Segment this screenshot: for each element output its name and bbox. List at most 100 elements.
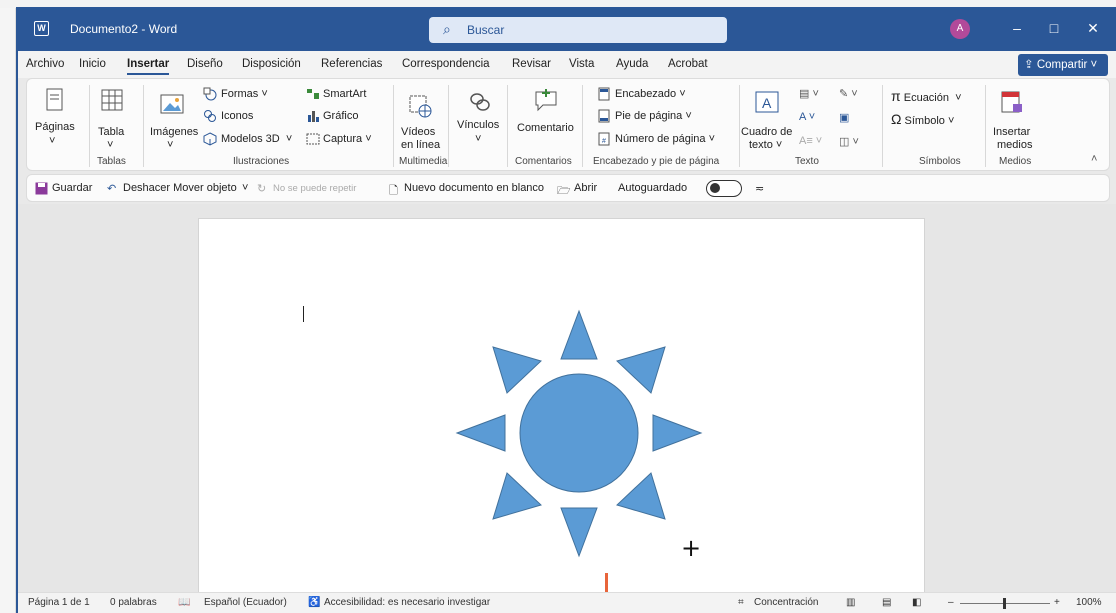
tab-diseno[interactable]: Diseño [187,58,223,70]
read-mode-icon[interactable]: ▥ [846,597,855,608]
tab-insertar[interactable]: Insertar [127,58,170,75]
text-box-button[interactable]: Cuadro de [741,126,792,138]
screenshot-button[interactable]: Captura ˅ [323,133,372,145]
sun-ray-top-left [492,346,542,394]
redo-button: No se puede repetir [273,183,357,194]
equation-button[interactable]: π Ecuación ˅ [891,88,962,104]
footer-button[interactable]: Pie de página ˅ [615,110,692,122]
save-icon [35,182,48,195]
pages-icon [46,88,63,111]
sun-ray-left [455,414,506,452]
toggle-knob [710,183,720,193]
chevron-down-icon[interactable]: ˅ [242,182,248,194]
svg-text:A: A [762,95,772,111]
proofing-icon[interactable]: 📖 [178,597,190,608]
text-box-button-line2[interactable]: texto ˅ [749,139,782,151]
crosshair-cursor-icon: + [681,534,702,562]
page-count[interactable]: Página 1 de 1 [28,597,90,608]
header-button[interactable]: Encabezado ˅ [615,88,686,100]
new-document-button[interactable]: Nuevo documento en blanco [404,182,544,194]
web-layout-icon[interactable]: ◧ [912,597,921,608]
date-time-icon[interactable]: ▣ [839,111,849,124]
document-canvas: + [18,204,1116,613]
chevron-down-icon[interactable]: ˅ [49,135,55,147]
3d-models-button[interactable]: Modelos 3D ˅ [221,133,292,145]
insert-media-button-line2[interactable]: medios [997,139,1032,151]
group-label-ilustraciones: Ilustraciones [233,156,290,167]
chevron-down-icon[interactable]: ˅ [167,139,173,151]
tab-archivo[interactable]: Archivo [26,58,64,70]
tab-correspondencia[interactable]: Correspondencia [402,58,490,70]
group-label-simbolos: Símbolos [919,156,961,167]
symbol-button[interactable]: Ω Símbolo ˅ [891,111,954,127]
svg-text:#: # [602,138,606,145]
icons-icon [204,110,216,122]
maximize-icon[interactable]: □ [1043,17,1065,39]
sun-shape[interactable] [449,301,709,571]
smartart-button[interactable]: SmartArt [323,88,366,100]
tab-acrobat[interactable]: Acrobat [668,58,708,70]
save-button[interactable]: Guardar [52,182,92,194]
chevron-down-icon[interactable]: ˅ [475,133,481,145]
online-video-button[interactable]: Vídeos [401,126,435,138]
sun-ray-bottom-right [616,472,666,520]
drop-cap-icon[interactable]: A≡ ˅ [799,135,822,147]
shapes-icon [203,87,217,101]
document-page[interactable]: + [198,218,925,613]
autosave-label: Autoguardado [618,182,688,194]
object-icon[interactable]: ◫ ˅ [839,135,859,148]
group-divider [393,85,394,167]
page-number-button[interactable]: Número de página ˅ [615,133,715,145]
tab-vista[interactable]: Vista [569,58,594,70]
wordart-icon[interactable]: A ˅ [799,111,815,123]
chart-button[interactable]: Gráfico [323,110,358,122]
links-button[interactable]: Vínculos [457,119,499,131]
close-icon[interactable]: ✕ [1082,17,1104,39]
status-bar: Página 1 de 1 0 palabras 📖 Español (Ecua… [18,592,1116,613]
smartart-icon [307,89,319,99]
focus-mode-button[interactable]: Concentración [754,597,818,608]
zoom-level[interactable]: 100% [1076,597,1102,608]
tab-inicio[interactable]: Inicio [79,58,106,70]
undo-icon[interactable]: ↶ [107,182,116,195]
comment-button[interactable]: Comentario [517,122,574,134]
undo-button[interactable]: Deshacer Mover objeto [123,182,237,194]
customize-toolbar-icon[interactable]: ≂ [755,182,764,195]
signature-line-icon[interactable]: ✎ ˅ [839,87,858,100]
minimize-icon[interactable]: – [1006,17,1028,39]
table-button[interactable]: Tabla [98,126,124,138]
print-layout-icon[interactable]: ▤ [882,597,891,608]
search-box[interactable]: ⌕ Buscar [429,17,727,43]
word-window: W Documento2 - Word ⌕ Buscar A – □ ✕ Arc… [16,7,1116,613]
accessibility-status[interactable]: Accesibilidad: es necesario investigar [324,597,490,608]
new-document-icon: 🗋 [389,185,398,197]
zoom-slider-thumb[interactable] [1003,598,1006,609]
focus-icon: ⌗ [738,597,744,608]
language-status[interactable]: Español (Ecuador) [204,597,287,608]
chevron-down-icon[interactable]: ˅ [107,139,113,151]
sun-ray-bottom [560,507,598,558]
open-button[interactable]: Abrir [574,182,597,194]
tab-ayuda[interactable]: Ayuda [616,58,648,70]
pages-button[interactable]: Páginas [35,121,75,133]
images-icon [160,94,184,114]
shapes-button[interactable]: Formas ˅ [221,88,268,100]
user-avatar[interactable]: A [950,19,970,39]
online-video-icon [409,95,432,118]
share-button[interactable]: ⇪ Compartir ˅ [1018,54,1108,76]
zoom-out-icon[interactable]: – [948,597,954,608]
insert-media-button[interactable]: Insertar [993,126,1030,138]
tab-referencias[interactable]: Referencias [321,58,382,70]
zoom-in-icon[interactable]: + [1054,597,1060,608]
word-app-icon: W [34,21,49,36]
collapse-ribbon-icon[interactable]: ˄ [1091,153,1097,165]
online-video-button-line2[interactable]: en línea [401,139,440,151]
tab-revisar[interactable]: Revisar [512,58,551,70]
word-count[interactable]: 0 palabras [110,597,157,608]
autosave-toggle[interactable] [706,180,742,197]
icons-button[interactable]: Iconos [221,110,253,122]
images-button[interactable]: Imágenes [150,126,198,138]
chevron-down-icon: ˅ [1087,59,1098,71]
quick-parts-icon[interactable]: ▤ ˅ [799,87,819,100]
tab-disposicion[interactable]: Disposición [242,58,301,70]
